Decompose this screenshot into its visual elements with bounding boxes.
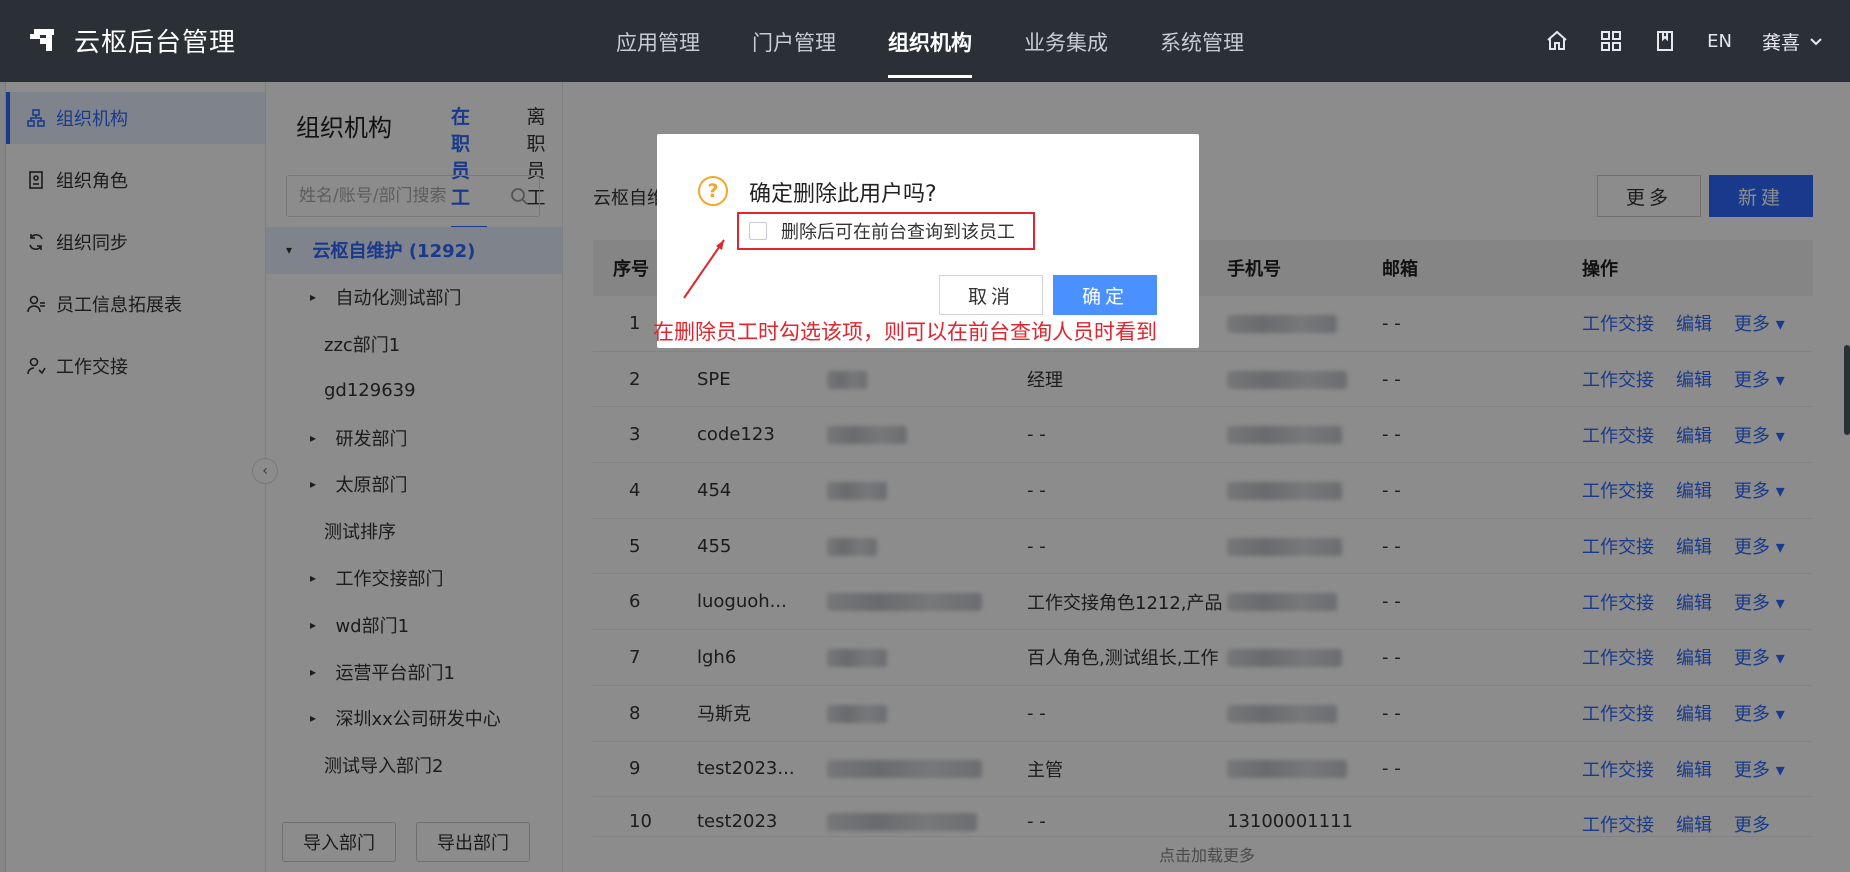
app-logo[interactable]: 云枢后台管理: [30, 22, 236, 59]
nav-item-system[interactable]: 系统管理: [1134, 0, 1270, 82]
app-title: 云枢后台管理: [74, 28, 237, 58]
confirm-button[interactable]: 确定: [1053, 275, 1157, 315]
user-menu[interactable]: 龚喜: [1762, 28, 1824, 55]
book-icon[interactable]: [1653, 29, 1677, 53]
scrollbar[interactable]: [1844, 345, 1850, 435]
dialog-title: 确定删除此用户吗?: [749, 182, 937, 207]
nav-item-organization[interactable]: 组织机构: [862, 0, 998, 82]
annotation-arrow-icon: [683, 239, 725, 299]
user-name: 龚喜: [1761, 31, 1800, 54]
annotation-note: 在删除员工时勾选该项，则可以在前台查询人员时看到: [653, 320, 1157, 344]
home-icon[interactable]: [1545, 29, 1569, 53]
chevron-down-icon: [1810, 38, 1822, 46]
language-switch[interactable]: EN: [1707, 31, 1732, 52]
keep-visible-checkbox[interactable]: [749, 222, 767, 240]
cancel-button[interactable]: 取消: [939, 275, 1043, 315]
apps-grid-icon[interactable]: [1599, 29, 1623, 53]
logo-icon: [30, 26, 60, 56]
keep-visible-checkbox-row[interactable]: 删除后可在前台查询到该员工: [737, 212, 1035, 250]
main-nav: 应用管理 门户管理 组织机构 业务集成 系统管理: [590, 0, 1270, 82]
checkbox-label: 删除后可在前台查询到该员工: [781, 222, 1015, 243]
nav-item-integration[interactable]: 业务集成: [998, 0, 1134, 82]
top-navbar: 云枢后台管理 应用管理 门户管理 组织机构 业务集成 系统管理 EN 龚喜: [0, 0, 1850, 82]
question-icon: ?: [698, 176, 728, 206]
nav-item-portal[interactable]: 门户管理: [726, 0, 862, 82]
nav-item-apps[interactable]: 应用管理: [590, 0, 726, 82]
